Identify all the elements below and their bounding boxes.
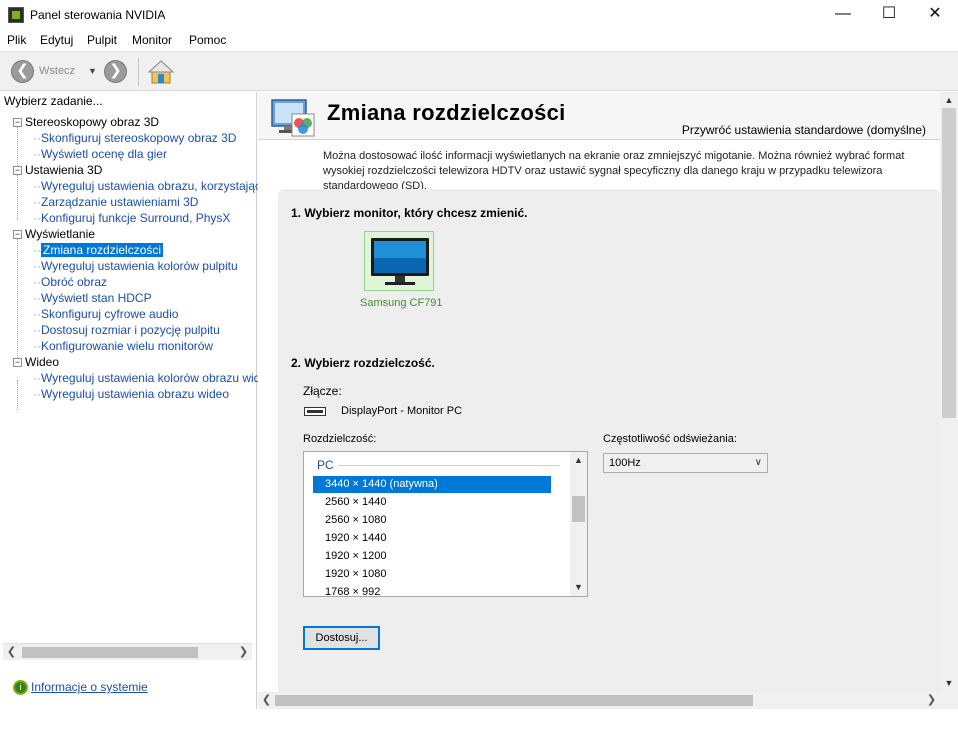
resolution-group-label: PC — [317, 458, 334, 472]
step-1-label: 1. Wybierz monitor, który chcesz zmienić… — [291, 206, 528, 220]
monitor-icon — [371, 238, 429, 285]
settings-panel: 1. Wybierz monitor, który chcesz zmienić… — [278, 189, 940, 709]
info-icon: i — [13, 680, 28, 696]
toolbar: ❮ Wstecz ▼ ❯ — [0, 51, 958, 91]
title-bar: Panel sterowania NVIDIA — ☐ ✕ — [0, 0, 958, 30]
collapse-icon[interactable]: − — [13, 118, 22, 128]
collapse-icon[interactable]: − — [13, 166, 22, 176]
tree-item-video-color[interactable]: ··Wyreguluj ustawienia kolorów obrazu wi… — [33, 371, 274, 385]
customize-button[interactable]: Dostosuj... — [303, 626, 380, 650]
menu-monitor[interactable]: Monitor — [132, 33, 172, 47]
resolution-option[interactable]: 3440 × 1440 (natywna) — [313, 476, 551, 493]
scroll-up-icon[interactable]: ▲ — [570, 452, 587, 469]
maximize-button[interactable]: ☐ — [866, 0, 912, 30]
close-button[interactable]: ✕ — [912, 0, 958, 30]
tree-group-display[interactable]: − Wyświetlanie — [13, 227, 95, 241]
tree-item-video-image[interactable]: ··Wyreguluj ustawienia obrazu wideo — [33, 387, 229, 401]
task-sidebar: Wybierz zadanie... − Stereoskopowy obraz … — [0, 92, 323, 709]
content-horizontal-scrollbar[interactable]: ❮ ❯ — [258, 692, 940, 709]
menu-bar: Plik Edytuj Pulpit Monitor Pomoc — [0, 30, 958, 50]
scrollbar-corner — [940, 692, 958, 709]
tree-item-digital-audio[interactable]: ··Skonfiguruj cyfrowe audio — [33, 307, 178, 321]
scrollbar-thumb[interactable] — [22, 647, 198, 658]
refresh-rate-label: Częstotliwość odświeżania: — [603, 433, 737, 445]
minimize-button[interactable]: — — [820, 0, 866, 30]
system-info-link[interactable]: i Informacje o systemie — [13, 680, 148, 696]
menu-desktop[interactable]: Pulpit — [87, 33, 117, 47]
scroll-down-icon[interactable]: ▼ — [940, 675, 958, 692]
resolution-option[interactable]: 1768 × 992 — [313, 584, 551, 596]
resolution-list-scrollbar[interactable]: ▲ ▼ — [570, 452, 587, 596]
history-dropdown-icon[interactable]: ▼ — [88, 66, 97, 76]
step-2-label: 2. Wybierz rozdzielczość. — [291, 356, 435, 370]
tree-group-3d-settings[interactable]: − Ustawienia 3D — [13, 163, 102, 177]
displayport-icon — [304, 407, 326, 416]
forward-arrow-icon[interactable]: ❯ — [104, 60, 127, 83]
monitor-selector-tile[interactable] — [364, 231, 434, 291]
menu-help[interactable]: Pomoc — [189, 33, 226, 47]
page-title: Zmiana rozdzielczości — [327, 100, 566, 125]
tree-item-desktop-size-position[interactable]: ··Dostosuj rozmiar i pozycję pulpitu — [33, 323, 220, 337]
scrollbar-thumb[interactable] — [275, 695, 753, 706]
chevron-down-icon: ∨ — [754, 457, 762, 468]
group-divider — [338, 465, 560, 466]
nvidia-app-icon — [8, 7, 24, 23]
sidebar-horizontal-scrollbar[interactable]: ❮ ❯ — [3, 643, 252, 660]
scroll-right-icon[interactable]: ❯ — [923, 692, 940, 709]
main-content: Zmiana rozdzielczości Przywróć ustawieni… — [258, 92, 958, 709]
window-title: Panel sterowania NVIDIA — [30, 8, 166, 22]
scroll-right-icon[interactable]: ❯ — [235, 644, 252, 661]
refresh-rate-dropdown[interactable]: 100Hz ∨ — [603, 453, 768, 473]
tree-item-configure-stereo-3d[interactable]: ··Skonfiguruj stereoskopowy obraz 3D — [33, 131, 236, 145]
page-header: Zmiana rozdzielczości Przywróć ustawieni… — [258, 92, 940, 140]
menu-file[interactable]: Plik — [7, 33, 26, 47]
content-vertical-scrollbar[interactable]: ▲ ▼ — [940, 92, 958, 692]
scrollbar-thumb[interactable] — [572, 496, 585, 522]
back-button-label[interactable]: Wstecz — [39, 65, 75, 77]
connector-label: Złącze: — [303, 384, 342, 398]
menu-edit[interactable]: Edytuj — [40, 33, 73, 47]
tree-item-hdcp-status[interactable]: ··Wyświetl stan HDCP — [33, 291, 152, 305]
collapse-icon[interactable]: − — [13, 230, 22, 240]
home-icon[interactable] — [148, 59, 174, 85]
resolution-option[interactable]: 2560 × 1440 — [313, 494, 551, 511]
scroll-down-icon[interactable]: ▼ — [570, 579, 587, 596]
resolution-option[interactable]: 1920 × 1080 — [313, 566, 551, 583]
tree-item-surround-physx[interactable]: ··Konfiguruj funkcje Surround, PhysX — [33, 211, 230, 225]
resolution-listbox[interactable]: PC 3440 × 1440 (natywna) 2560 × 1440 256… — [303, 451, 588, 597]
tree-item-game-ratings[interactable]: ··Wyświetl ocenę dla gier — [33, 147, 167, 161]
resolution-option[interactable]: 2560 × 1080 — [313, 512, 551, 529]
scroll-left-icon[interactable]: ❮ — [258, 692, 275, 709]
tree-group-video[interactable]: − Wideo — [13, 355, 59, 369]
scroll-up-icon[interactable]: ▲ — [940, 92, 958, 109]
tree-group-stereoscopic-3d[interactable]: − Stereoskopowy obraz 3D — [13, 115, 159, 129]
resolution-label: Rozdzielczość: — [303, 433, 377, 445]
resolution-option[interactable]: 1920 × 1200 — [313, 548, 551, 565]
toolbar-separator — [138, 58, 139, 86]
page-description: Można dostosować ilość informacji wyświe… — [323, 150, 905, 192]
tree-item-multiple-displays[interactable]: ··Konfigurowanie wielu monitorów — [33, 339, 213, 353]
monitor-name[interactable]: Samsung CF791 — [360, 297, 443, 309]
tree-item-rotate-display[interactable]: ··Obróć obraz — [33, 275, 107, 289]
refresh-rate-value: 100Hz — [609, 457, 641, 469]
resolution-option[interactable]: 1920 × 1440 — [313, 530, 551, 547]
connector-value: DisplayPort - Monitor PC — [341, 405, 463, 417]
tree-item-desktop-color[interactable]: ··Wyreguluj ustawienia kolorów pulpitu — [33, 259, 238, 273]
tree-item-manage-3d-settings[interactable]: ··Zarządzanie ustawieniami 3D — [33, 195, 198, 209]
tree-item-change-resolution[interactable]: ·· Zmiana rozdzielczości — [33, 243, 164, 257]
collapse-icon[interactable]: − — [13, 358, 22, 368]
scroll-left-icon[interactable]: ❮ — [3, 644, 20, 661]
back-arrow-icon[interactable]: ❮ — [11, 60, 34, 83]
scrollbar-thumb[interactable] — [942, 108, 956, 418]
display-settings-icon — [271, 99, 315, 137]
task-header: Wybierz zadanie... — [4, 94, 103, 108]
restore-defaults-link[interactable]: Przywróć ustawienia standardowe (domyśln… — [682, 123, 926, 137]
